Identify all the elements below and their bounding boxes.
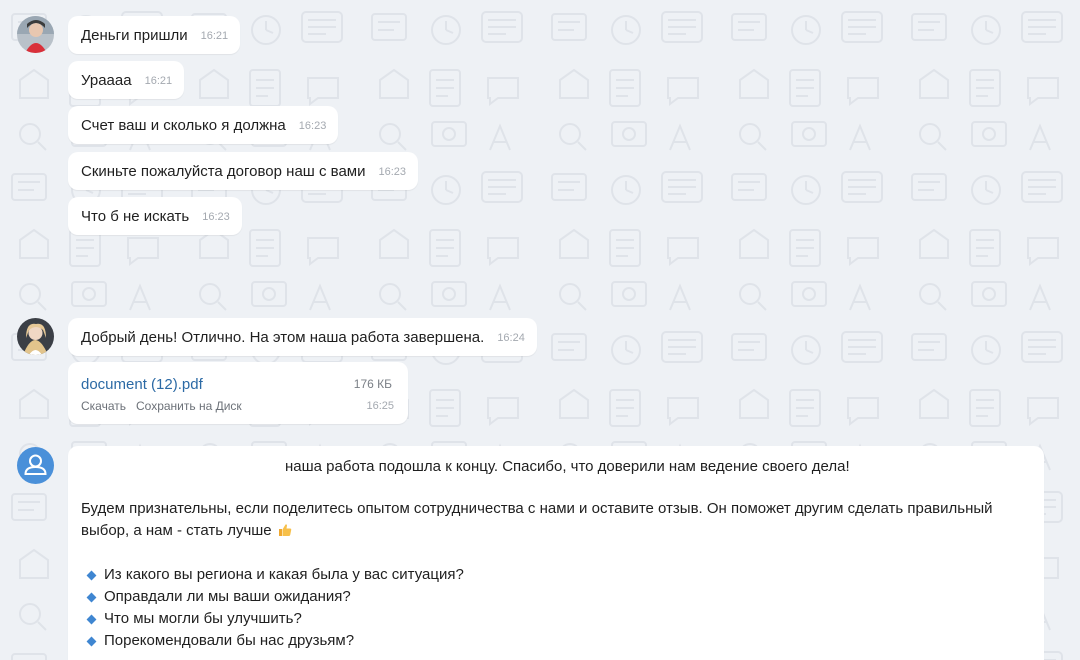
list-item: Порекомендовали бы нас друзьям? bbox=[86, 630, 354, 652]
list-item-text: Порекомендовали бы нас друзьям? bbox=[104, 632, 355, 649]
thumbs-up-emoji-icon bbox=[278, 524, 292, 536]
message-text: Деньги пришли bbox=[81, 26, 188, 44]
bullet-diamond-icon bbox=[86, 636, 97, 646]
message-bubble: Что б не искать 16:23 bbox=[68, 197, 242, 235]
message-time: 16:23 bbox=[202, 211, 230, 223]
message-time: 16:25 bbox=[366, 400, 394, 412]
message-time: 16:21 bbox=[200, 30, 229, 42]
bullet-diamond-icon bbox=[86, 592, 97, 602]
list-item: Из какого вы региона и какая была у вас … bbox=[86, 564, 464, 586]
sender-avatar[interactable] bbox=[17, 16, 54, 53]
message-time: 16:23 bbox=[298, 120, 327, 132]
message-bubble: Урааaa 16:21 bbox=[68, 61, 185, 99]
message-text: наша работа подошла к концу. Спасибо, чт… bbox=[285, 458, 850, 475]
message-text: Будем признательны, если поделитесь опыт… bbox=[81, 500, 993, 539]
list-item: Оправдали ли мы ваши ожидания? bbox=[86, 586, 351, 608]
message-time: 16:24 bbox=[497, 332, 525, 344]
file-attachment: document (12).pdf 176 КБ Скачать Сохрани… bbox=[68, 362, 408, 424]
bullet-diamond-icon bbox=[86, 570, 97, 580]
message-text: Добрый день! Отлично. На этом наша работ… bbox=[81, 328, 485, 346]
default-user-avatar[interactable] bbox=[17, 447, 54, 484]
chat-history: Деньги пришли 16:21 Урааaa 16:21 Счет ва… bbox=[0, 0, 1080, 660]
message-bubble: Деньги пришли 16:21 bbox=[68, 16, 241, 54]
message-text: Скиньте пожалуйста договор наш с вами bbox=[81, 162, 366, 180]
list-item-text: Что мы могли бы улучшить? bbox=[104, 610, 302, 627]
message-time: 16:23 bbox=[378, 166, 407, 178]
message-bubble-long: наша работа подошла к концу. Спасибо, чт… bbox=[68, 446, 1044, 660]
message-bubble: Скиньте пожалуйста договор наш с вами 16… bbox=[68, 152, 419, 190]
bullet-diamond-icon bbox=[86, 614, 97, 624]
message-bubble: Счет ваш и сколько я должна 16:23 bbox=[68, 106, 339, 144]
message-bubble: Добрый день! Отлично. На этом наша работ… bbox=[68, 318, 537, 356]
user-icon bbox=[24, 454, 47, 475]
save-to-disk-link[interactable]: Сохранить на Диск bbox=[136, 399, 242, 413]
file-size: 176 КБ bbox=[353, 377, 392, 391]
message-text: Урааaa bbox=[81, 71, 132, 89]
download-link[interactable]: Скачать bbox=[81, 399, 126, 413]
redacted-name bbox=[78, 455, 278, 479]
message-text: Что б не искать bbox=[81, 207, 190, 225]
message-text: Счет ваш и сколько я должна bbox=[81, 116, 286, 134]
file-name-link[interactable]: document (12).pdf bbox=[81, 376, 203, 393]
list-item: Что мы могли бы улучшить? bbox=[86, 608, 302, 630]
list-item-text: Из какого вы региона и какая была у вас … bbox=[104, 566, 464, 583]
message-paragraph: Будем признательны, если поделитесь опыт… bbox=[81, 498, 1021, 542]
list-item-text: Оправдали ли мы ваши ожидания? bbox=[104, 588, 351, 605]
sender-avatar[interactable] bbox=[17, 318, 54, 355]
message-time: 16:21 bbox=[144, 75, 173, 87]
